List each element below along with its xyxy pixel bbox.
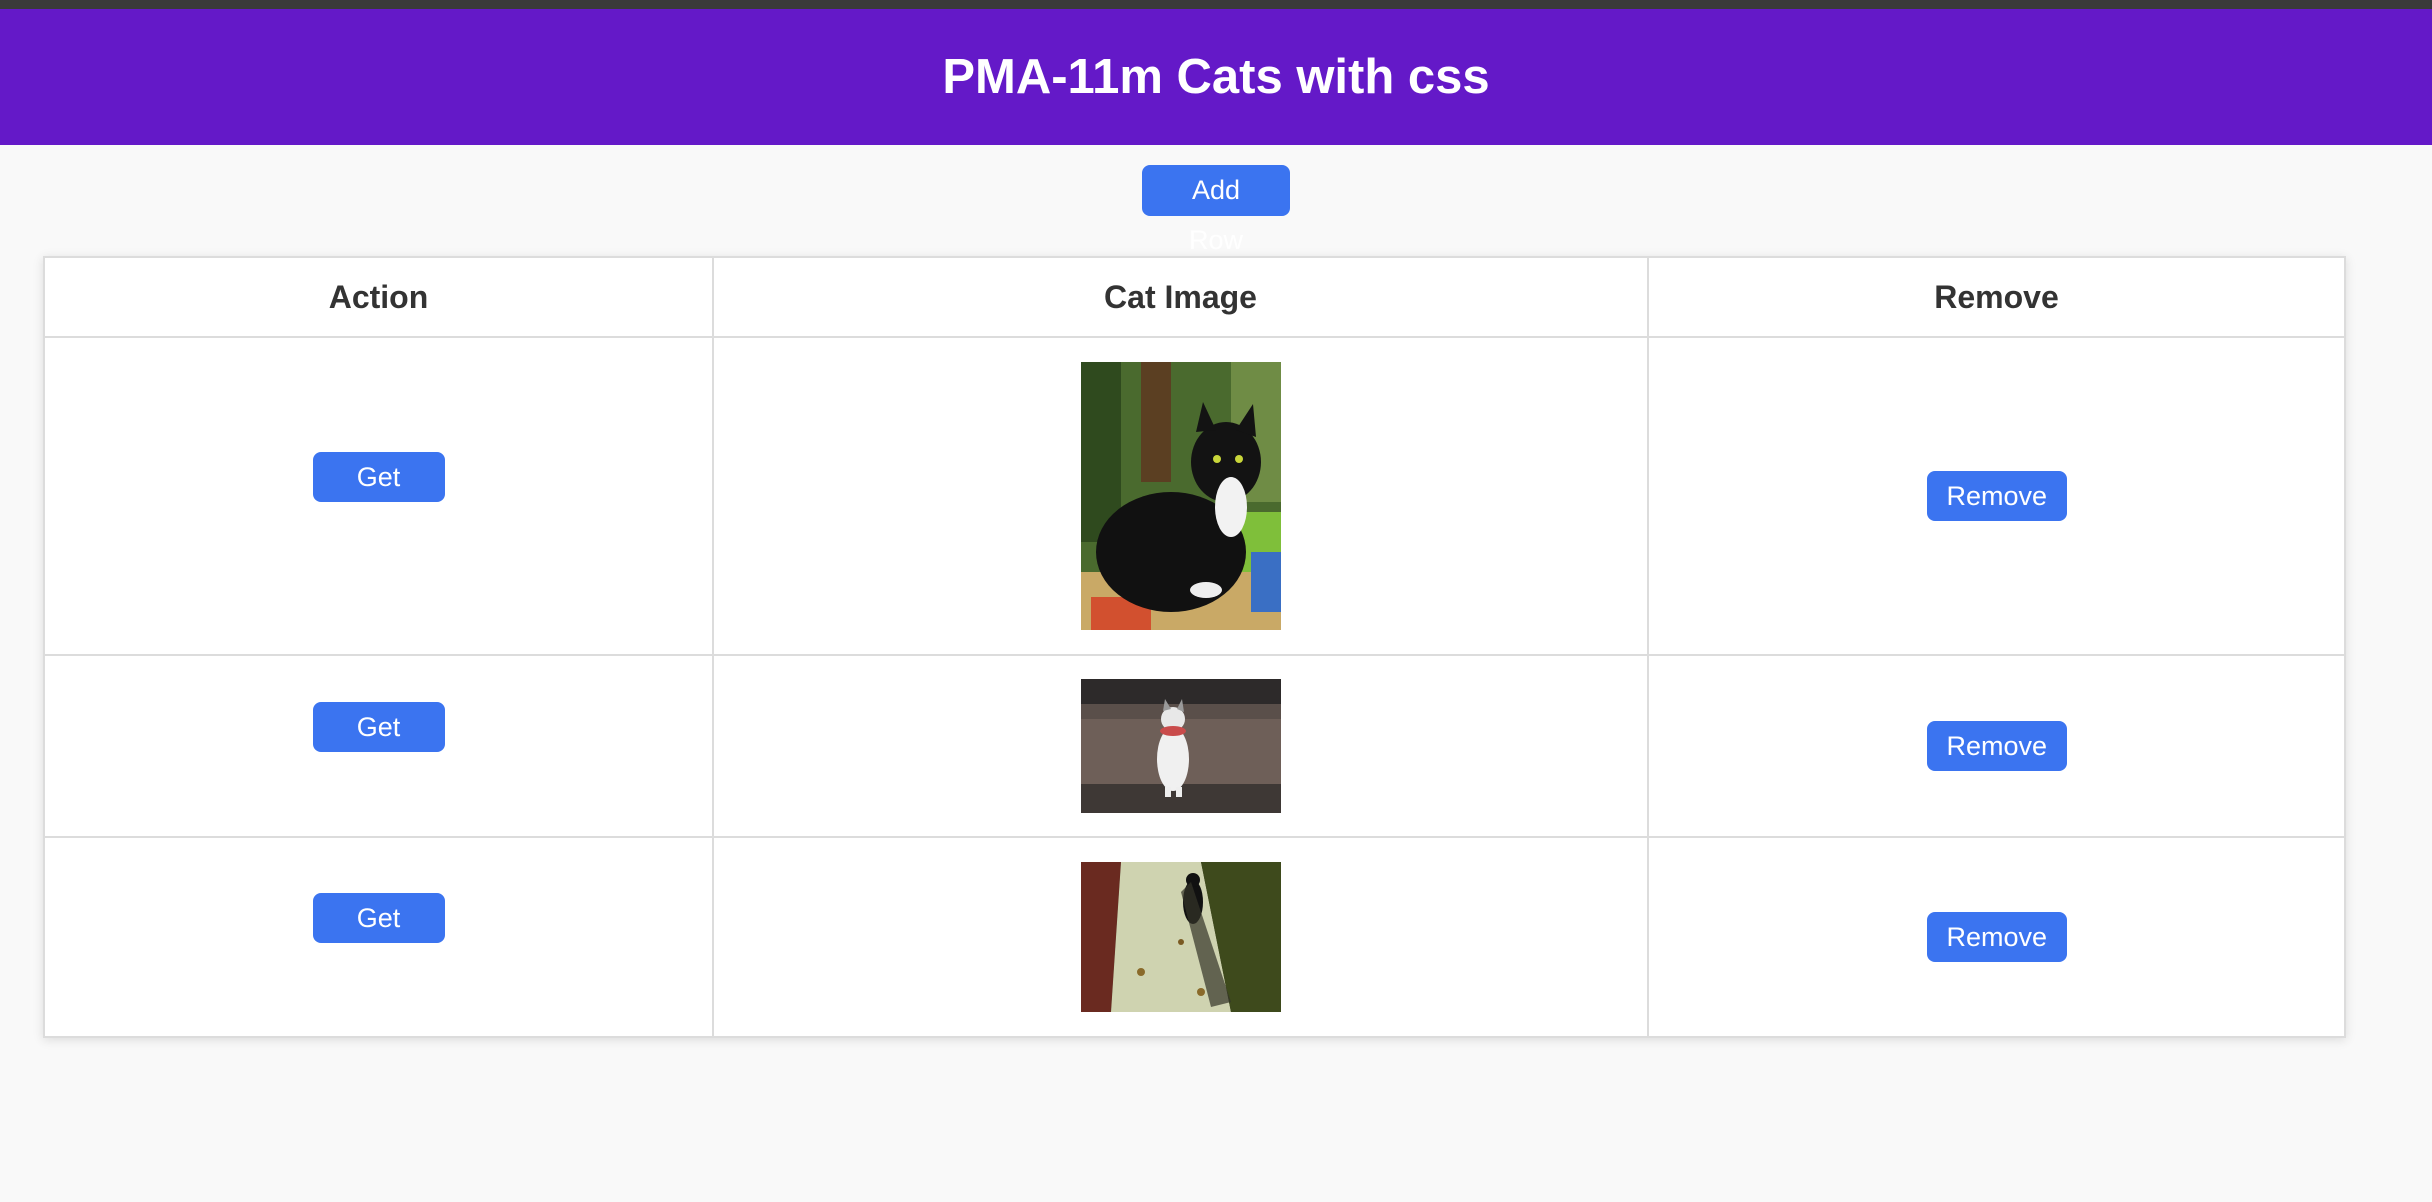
remove-cell: Remove — [1647, 654, 2346, 838]
get-cat-button[interactable]: Get Cat — [312, 451, 445, 542]
column-header-cat-image: Cat Image — [712, 256, 1649, 338]
remove-button[interactable]: Remove — [1926, 471, 2067, 521]
table-row: Get Cat Remove — [43, 336, 2346, 656]
page-header: PMA-11m Cats with css — [0, 9, 2432, 145]
cat-image — [1080, 862, 1281, 1012]
remove-cell: Remove — [1647, 836, 2346, 1038]
remove-button[interactable]: Remove — [1926, 721, 2067, 771]
get-cat-button[interactable]: Get Cat — [312, 701, 445, 792]
cats-table: Action Cat Image Remove Get Cat Remove G… — [43, 256, 2346, 1038]
action-cell: Get Cat — [43, 836, 714, 1038]
cat-image-cell — [712, 654, 1649, 838]
column-header-action: Action — [43, 256, 714, 338]
add-row-button[interactable]: Add Row — [1142, 165, 1290, 255]
column-header-remove: Remove — [1647, 256, 2346, 338]
table-row: Get Cat Remove — [43, 654, 2346, 838]
cat-image — [1080, 362, 1281, 630]
table-row: Get Cat Remove — [43, 836, 2346, 1038]
remove-button[interactable]: Remove — [1926, 912, 2067, 962]
remove-cell: Remove — [1647, 336, 2346, 656]
page-title: PMA-11m Cats with css — [942, 50, 1490, 104]
action-cell: Get Cat — [43, 336, 714, 656]
cats-table-container: Action Cat Image Remove Get Cat Remove G… — [43, 256, 2346, 1038]
toolbar: Add Row — [0, 145, 2432, 255]
cat-image-cell — [712, 336, 1649, 656]
window-top-strip — [0, 0, 2432, 9]
table-header-row: Action Cat Image Remove — [43, 256, 2346, 338]
cat-image-cell — [712, 836, 1649, 1038]
get-cat-button[interactable]: Get Cat — [312, 892, 445, 983]
cat-image — [1080, 679, 1281, 813]
action-cell: Get Cat — [43, 654, 714, 838]
